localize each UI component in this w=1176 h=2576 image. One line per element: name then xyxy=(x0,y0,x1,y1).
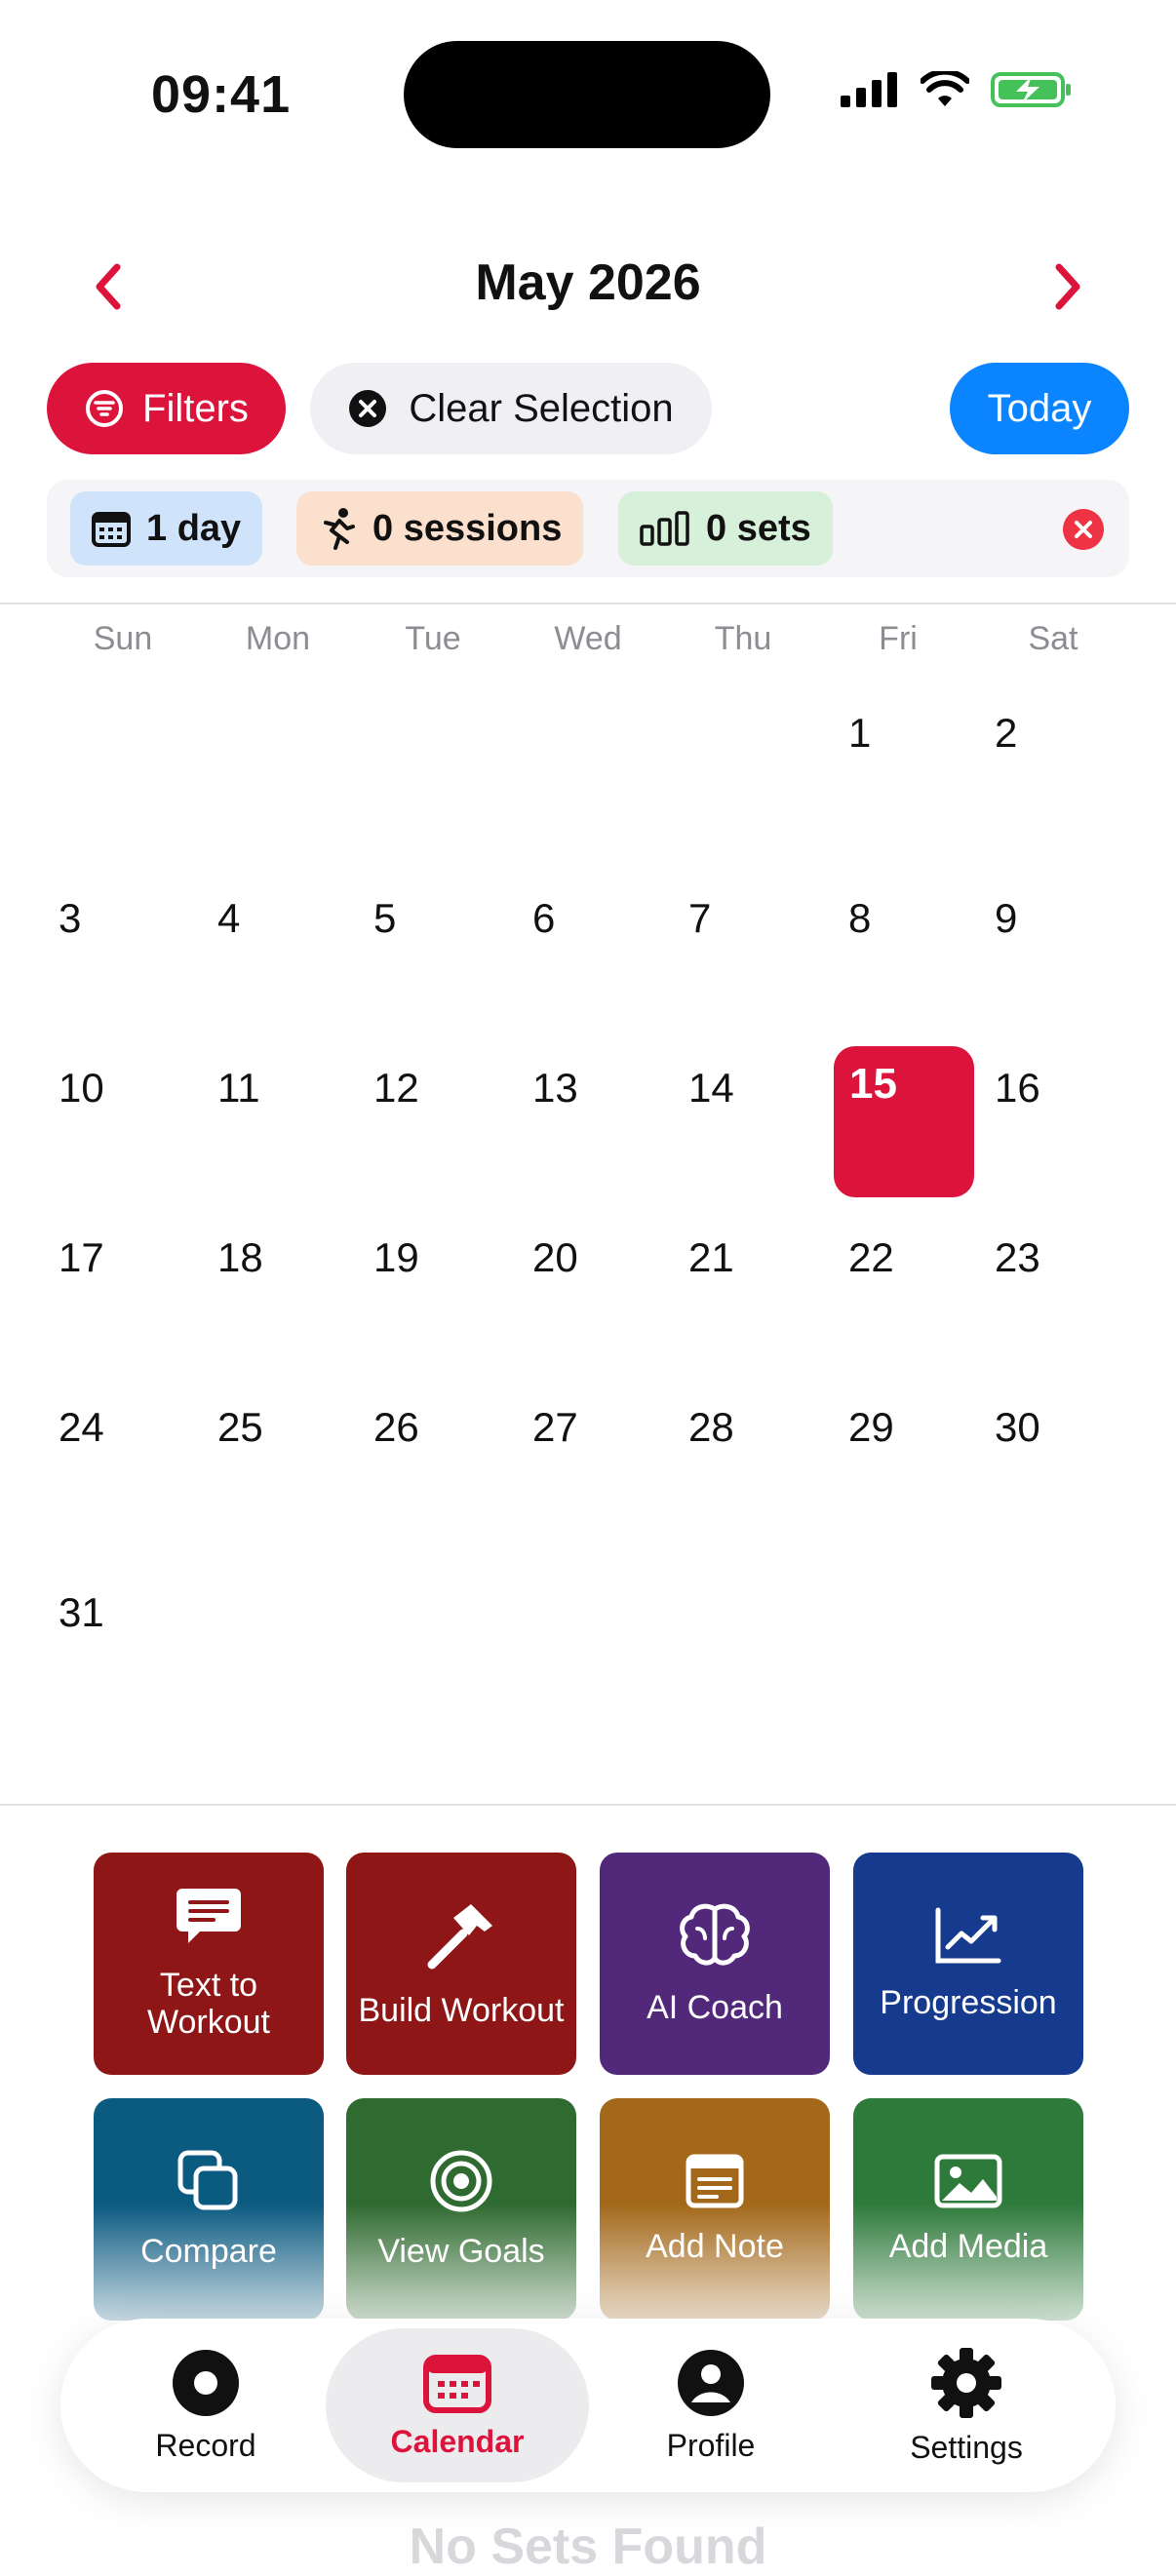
hammer-icon xyxy=(424,1898,498,1980)
tab-calendar-label: Calendar xyxy=(390,2423,525,2459)
status-icons xyxy=(841,70,1073,109)
action-tile-ai-coach[interactable]: AI Coach xyxy=(600,1853,830,2075)
calendar-day[interactable]: 5 xyxy=(373,895,396,942)
filters-label: Filters xyxy=(142,386,249,430)
calendar-day[interactable]: 6 xyxy=(532,895,555,942)
status-time: 09:41 xyxy=(151,65,292,124)
calendar-day[interactable]: 10 xyxy=(59,1065,104,1112)
sessions-count: 0 sessions xyxy=(372,507,563,549)
tab-record[interactable]: Record xyxy=(74,2319,337,2492)
chart-line-icon xyxy=(934,1906,1002,1972)
tab-profile-label: Profile xyxy=(666,2427,756,2463)
days-chip: 1 day xyxy=(70,491,263,566)
signal-icon xyxy=(841,72,897,107)
calendar-day[interactable]: 23 xyxy=(995,1234,1040,1281)
sessions-chip: 0 sessions xyxy=(296,491,584,566)
weekday-label: Sun xyxy=(93,620,153,657)
weekday-label: Thu xyxy=(714,620,772,657)
filter-icon xyxy=(86,390,124,427)
calendar-day[interactable]: 20 xyxy=(532,1234,578,1281)
calendar-day[interactable]: 21 xyxy=(688,1234,734,1281)
calendar-day[interactable]: 13 xyxy=(532,1065,578,1112)
empty-state-text: No Sets Found xyxy=(409,2518,767,2575)
calendar-day[interactable]: 9 xyxy=(995,895,1017,942)
days-count: 1 day xyxy=(146,507,242,549)
weekday-label: Tue xyxy=(405,620,461,657)
next-month-button[interactable] xyxy=(1038,257,1096,316)
sets-chip: 0 sets xyxy=(618,491,833,566)
weekday-label: Sat xyxy=(1028,620,1078,657)
action-tile-label: Text to Workout xyxy=(147,1967,270,2041)
selected-day-number: 15 xyxy=(849,1060,897,1108)
running-figure-icon xyxy=(324,508,355,550)
calendar-day[interactable]: 26 xyxy=(373,1404,419,1451)
sets-count: 0 sets xyxy=(706,507,811,549)
calendar-day[interactable]: 28 xyxy=(688,1404,734,1451)
message-icon xyxy=(175,1887,243,1955)
month-navigation: May 2026 xyxy=(0,246,1176,324)
calendar-day[interactable]: 31 xyxy=(59,1589,104,1636)
calendar-day[interactable]: 16 xyxy=(995,1065,1040,1112)
calendar-day[interactable]: 3 xyxy=(59,895,81,942)
calendar-day[interactable]: 22 xyxy=(848,1234,894,1281)
weekday-label: Mon xyxy=(245,620,311,657)
month-title: May 2026 xyxy=(475,254,701,311)
calendar-top-divider xyxy=(0,603,1176,605)
brain-icon xyxy=(676,1901,754,1977)
clear-summary-icon[interactable] xyxy=(1063,509,1104,550)
profile-icon xyxy=(678,2349,744,2416)
weekday-label: Wed xyxy=(554,620,622,657)
action-tile-label: AI Coach xyxy=(647,1989,783,2026)
calendar-day[interactable]: 7 xyxy=(688,895,711,942)
tab-record-label: Record xyxy=(155,2427,256,2463)
calendar-icon xyxy=(423,2354,491,2413)
calendar-day[interactable]: 17 xyxy=(59,1234,104,1281)
action-tile-text-to-workout[interactable]: Text to Workout xyxy=(94,1853,324,2075)
gear-icon xyxy=(931,2347,1001,2418)
calendar-day[interactable]: 2 xyxy=(995,710,1017,757)
calendar-day[interactable]: 30 xyxy=(995,1404,1040,1451)
calendar-day[interactable]: 11 xyxy=(217,1065,260,1112)
calendar-day[interactable]: 27 xyxy=(532,1404,578,1451)
filters-button[interactable]: Filters xyxy=(47,363,286,454)
clear-selection-label: Clear Selection xyxy=(409,386,674,430)
calendar-day[interactable]: 29 xyxy=(848,1404,894,1451)
tab-profile[interactable]: Profile xyxy=(579,2319,843,2492)
dynamic-island xyxy=(404,41,770,148)
action-tile-label: Build Workout xyxy=(358,1992,565,2029)
tab-settings-label: Settings xyxy=(910,2429,1023,2465)
today-button[interactable]: Today xyxy=(950,363,1129,454)
tab-calendar[interactable]: Calendar xyxy=(326,2328,589,2482)
calendar-day[interactable]: 24 xyxy=(59,1404,104,1451)
bars-icon xyxy=(640,511,689,546)
clear-selection-button[interactable]: Clear Selection xyxy=(310,363,712,454)
selection-summary: 1 day 0 sessions 0 sets xyxy=(47,480,1129,577)
action-tile-build-workout[interactable]: Build Workout xyxy=(346,1853,576,2075)
calendar-day[interactable]: 12 xyxy=(373,1065,419,1112)
close-circle-icon xyxy=(349,390,387,427)
calendar-day[interactable]: 18 xyxy=(217,1234,263,1281)
action-tile-label: Progression xyxy=(880,1984,1057,2021)
wifi-icon xyxy=(921,71,969,106)
selected-day-cell[interactable]: 15 xyxy=(834,1046,974,1197)
calendar-small-icon xyxy=(92,512,131,547)
tab-settings[interactable]: Settings xyxy=(835,2319,1098,2492)
battery-charging-icon xyxy=(991,72,1071,107)
action-tile-progression[interactable]: Progression xyxy=(853,1853,1083,2075)
record-icon xyxy=(173,2349,239,2416)
calendar-day[interactable]: 19 xyxy=(373,1234,419,1281)
tab-bar: Record Calendar Profile Settings xyxy=(60,2319,1116,2492)
calendar-day[interactable]: 8 xyxy=(848,895,871,942)
calendar-day[interactable]: 4 xyxy=(217,895,240,942)
calendar-bottom-divider xyxy=(0,1804,1176,1806)
calendar-day[interactable]: 14 xyxy=(688,1065,734,1112)
calendar-day[interactable]: 1 xyxy=(848,710,871,757)
weekday-label: Fri xyxy=(879,620,918,657)
calendar-day[interactable]: 25 xyxy=(217,1404,263,1451)
